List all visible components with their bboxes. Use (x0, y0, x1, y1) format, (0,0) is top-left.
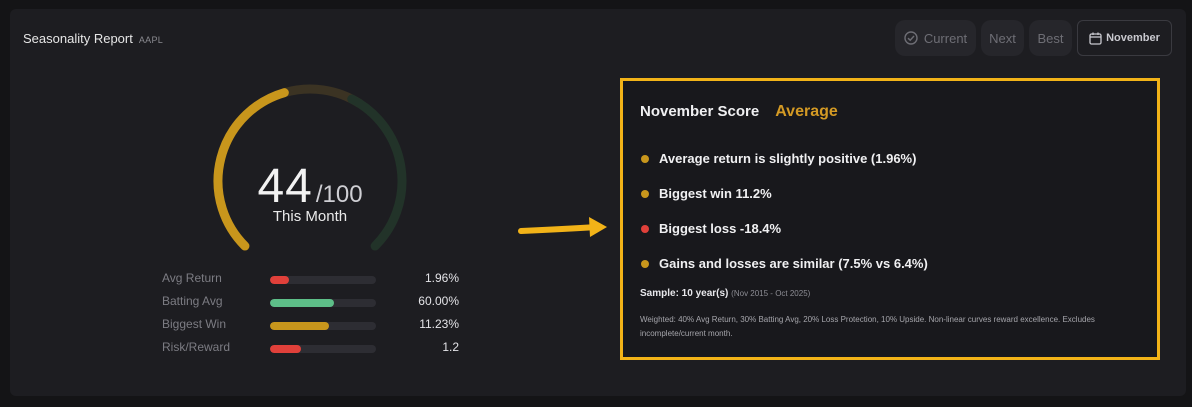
metric-bar-track (270, 276, 376, 284)
list-item: Gains and losses are similar (7.5% vs 6.… (641, 256, 928, 271)
metric-row-avg-return: Avg Return 1.96% (160, 271, 460, 294)
score-card: November Score Average Average return is… (620, 78, 1160, 360)
next-button[interactable]: Next (981, 20, 1024, 56)
score-value: 44 (257, 160, 313, 213)
metric-value: 1.2 (442, 340, 459, 354)
weighting-note: Weighted: 40% Avg Return, 30% Batting Av… (640, 315, 1095, 338)
bullet-text: Average return is slightly positive (1.9… (659, 151, 917, 166)
metric-row-risk-reward: Risk/Reward 1.2 (160, 340, 460, 363)
check-circle-icon (904, 31, 918, 45)
next-button-label: Next (989, 30, 1016, 46)
bullet-dot (641, 259, 649, 268)
bullet-dot (641, 224, 649, 233)
score-max: /100 (315, 181, 363, 208)
score-period-label: This Month (272, 208, 348, 225)
report-title: Seasonality Report AAPL (23, 31, 163, 46)
metric-value: 60.00% (418, 294, 459, 308)
month-picker-button[interactable]: November (1077, 20, 1172, 56)
list-item: Average return is slightly positive (1.9… (641, 151, 916, 166)
calendar-icon (1089, 32, 1102, 45)
score-display: 44/100 (200, 159, 420, 214)
current-button[interactable]: Current (895, 20, 976, 56)
sample-info: Sample: 10 year(s) (Nov 2015 - Oct 2025) (640, 288, 810, 299)
arrow-right-icon (518, 217, 607, 237)
metric-row-batting-avg: Batting Avg 60.00% (160, 294, 460, 317)
metric-label: Avg Return (162, 271, 222, 285)
ticker-label: AAPL (138, 35, 164, 45)
metric-value: 1.96% (424, 271, 459, 285)
bullet-dot (641, 154, 649, 163)
bullet-text: Biggest loss -18.4% (659, 221, 782, 236)
bullet-text: Gains and losses are similar (7.5% vs 6.… (659, 256, 928, 271)
sample-range: (Nov 2015 - Oct 2025) (731, 289, 811, 298)
metrics-list: Avg Return 1.96% Batting Avg 60.00% Bigg… (160, 271, 460, 363)
seasonality-panel: Seasonality Report AAPL Current Next Bes… (10, 9, 1186, 396)
metric-row-biggest-win: Biggest Win 11.23% (160, 317, 460, 340)
metric-bar-track (270, 299, 376, 307)
metric-label: Batting Avg (162, 294, 223, 308)
bullet-text: Biggest win 11.2% (659, 186, 772, 201)
metric-value: 11.23% (419, 317, 459, 331)
metric-label: Risk/Reward (162, 340, 231, 354)
score-card-rating: Average (775, 103, 838, 120)
best-button[interactable]: Best (1029, 20, 1072, 56)
bullet-dot (641, 189, 649, 198)
metric-bar-fill (270, 322, 330, 330)
month-picker-label: November (1106, 32, 1160, 44)
metric-bar-track (270, 322, 376, 330)
metric-label: Biggest Win (162, 317, 227, 331)
list-item: Biggest win 11.2% (641, 186, 772, 201)
list-item: Biggest loss -18.4% (641, 221, 781, 236)
sample-label: Sample: 10 year(s) (640, 288, 729, 299)
metric-bar-fill (270, 299, 334, 307)
metric-bar-fill (270, 276, 290, 284)
current-button-label: Current (923, 30, 968, 46)
score-card-header: November Score Average (640, 103, 838, 121)
best-button-label: Best (1037, 30, 1064, 46)
metric-bar-fill (270, 345, 301, 353)
score-card-title: November Score (640, 103, 760, 120)
report-title-text: Seasonality Report (23, 31, 133, 46)
metric-bar-track (270, 345, 376, 353)
